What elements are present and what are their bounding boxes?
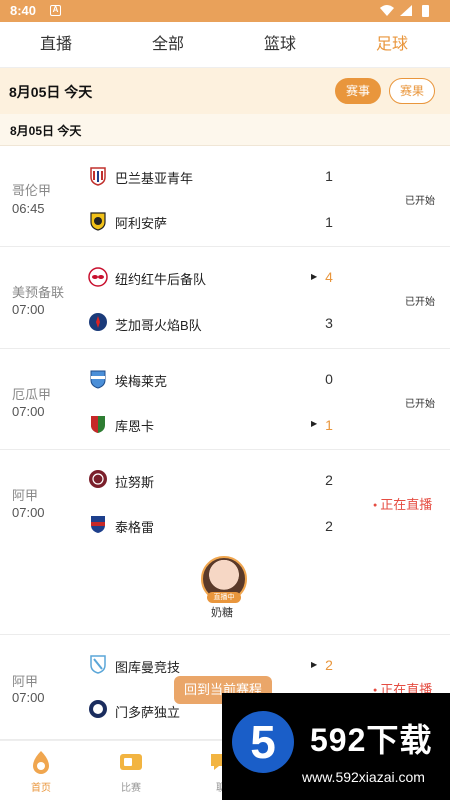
league-name: 阿甲 xyxy=(12,674,39,689)
home-score: 4 xyxy=(325,269,333,285)
home-icon xyxy=(33,751,49,774)
team-badge-icon xyxy=(91,516,105,533)
match-icon xyxy=(120,754,142,770)
status-bar: 8:40 A xyxy=(0,0,450,22)
signal-icon xyxy=(400,5,412,16)
match-time: 07:00 xyxy=(12,404,45,419)
league-name: 美预备联 xyxy=(12,285,65,300)
tab-football[interactable]: 足球 xyxy=(336,22,448,68)
system-icons xyxy=(380,5,429,17)
events-button[interactable]: 赛事 xyxy=(335,78,381,104)
tab-all[interactable]: 全部 xyxy=(112,22,224,68)
wifi-icon xyxy=(380,5,394,16)
status-time: 8:40 xyxy=(10,3,37,18)
team-badge-icon xyxy=(89,700,107,718)
home-team-name: 埃梅莱克 xyxy=(115,374,168,389)
nav-home-label: 首页 xyxy=(31,783,51,794)
away-score: 1 xyxy=(325,417,333,433)
results-button[interactable]: 赛果 xyxy=(389,78,435,104)
match-time: 06:45 xyxy=(12,201,45,216)
match-time: 07:00 xyxy=(12,690,45,705)
live-status: 正在直播 xyxy=(373,494,432,513)
category-tabs: 直播 全部 篮球 足球 xyxy=(0,22,450,68)
match-time: 07:00 xyxy=(12,505,45,520)
home-team-name: 拉努斯 xyxy=(115,475,155,490)
away-team-name: 阿利安萨 xyxy=(115,216,168,231)
home-team-name: 巴兰基亚青年 xyxy=(115,171,194,186)
team-badge-icon xyxy=(91,416,105,433)
away-score: 1 xyxy=(325,214,333,230)
watermark-url: www.592xiazai.com xyxy=(302,769,425,785)
tab-basketball[interactable]: 篮球 xyxy=(224,22,336,68)
date-bar: 8月05日 今天 赛事 赛果 xyxy=(0,68,450,114)
league-name: 阿甲 xyxy=(12,488,39,503)
team-badge-icon xyxy=(89,470,107,488)
watermark-logo: 5 592下载 www.592xiazai.com xyxy=(222,693,450,800)
goal-indicator-icon: ▶ xyxy=(311,272,318,281)
team-badge-icon xyxy=(90,370,106,389)
team-badge-icon xyxy=(88,267,108,287)
away-team-name: 泰格雷 xyxy=(115,520,155,535)
away-team-name: 门多萨独立 xyxy=(115,705,181,720)
match-status: 已开始 xyxy=(405,196,435,207)
nav-home[interactable]: 首页 xyxy=(9,741,73,800)
match-row[interactable]: 美预备联 07:00 纽约红牛后备队 ▶ 4 芝加哥火焰B队 3 已开始 xyxy=(0,247,450,349)
nav-match-label: 比赛 xyxy=(121,783,141,794)
goal-indicator-icon: ▶ xyxy=(311,419,318,428)
tab-live[interactable]: 直播 xyxy=(0,22,112,68)
notification-icon: A xyxy=(50,5,61,16)
date-title: 8月05日 今天 xyxy=(9,84,93,100)
nav-match[interactable]: 比赛 xyxy=(99,741,163,800)
home-score: 2 xyxy=(325,472,333,488)
team-badge-icon xyxy=(90,212,106,231)
match-row[interactable]: 厄瓜甲 07:00 埃梅莱克 0 库恩卡 ▶ 1 已开始 xyxy=(0,349,450,450)
match-time: 07:00 xyxy=(12,302,45,317)
home-score: 0 xyxy=(325,371,333,387)
live-tag: 直播中 xyxy=(207,592,241,603)
match-row[interactable]: 哥伦甲 06:45 巴兰基亚青年 1 阿利安萨 1 已开始 xyxy=(0,147,450,247)
section-date-header: 8月05日 今天 xyxy=(0,114,450,146)
section-date-label: 8月05日 今天 xyxy=(10,124,82,138)
home-score: 1 xyxy=(325,168,333,184)
league-name: 哥伦甲 xyxy=(12,183,52,198)
home-team-name: 图库曼竞技 xyxy=(115,660,181,675)
watermark-digit: 5 xyxy=(232,711,294,773)
watermark-title: 592下载 xyxy=(310,722,433,758)
team-badge-icon xyxy=(90,655,106,674)
match-status: 已开始 xyxy=(405,399,435,410)
home-score: 2 xyxy=(325,657,333,673)
streamer-name: 奶糖 xyxy=(211,607,233,619)
team-badge-icon xyxy=(89,313,107,331)
away-team-name: 库恩卡 xyxy=(115,419,155,434)
team-badge-icon xyxy=(90,167,106,186)
away-score: 3 xyxy=(325,315,333,331)
away-team-name: 芝加哥火焰B队 xyxy=(115,318,202,333)
home-team-name: 纽约红牛后备队 xyxy=(115,272,207,287)
league-name: 厄瓜甲 xyxy=(12,387,52,402)
battery-icon xyxy=(422,5,429,17)
away-score: 2 xyxy=(325,518,333,534)
goal-indicator-icon: ▶ xyxy=(311,660,318,669)
match-status: 已开始 xyxy=(405,297,435,308)
